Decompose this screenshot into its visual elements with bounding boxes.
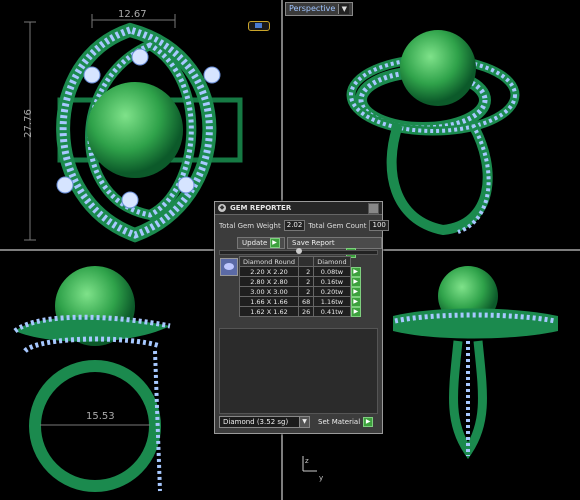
gem-weight: 0.08tw	[313, 266, 351, 277]
total-count-label: Total Gem Count	[308, 221, 367, 230]
play-icon[interactable]: ▶	[350, 276, 361, 287]
table-row[interactable]: 3.00 X 3.00 2 0.20tw ▶	[239, 286, 362, 297]
perspective-label: Perspective	[289, 4, 336, 13]
totals-row: Total Gem Weight 2.02 Total Gem Count 10…	[219, 220, 389, 231]
material-select[interactable]: Diamond (3.52 sg) ▼	[219, 416, 310, 428]
gem-count: 2	[297, 286, 315, 297]
material-select-value: Diamond (3.52 sg)	[223, 418, 289, 426]
gem-reporter-panel: ◆ GEM REPORTER Total Gem Weight 2.02 Tot…	[214, 201, 389, 434]
gem-size: 2.20 X 2.20	[239, 266, 299, 277]
set-material-button[interactable]: ▶	[363, 417, 374, 427]
chevron-down-icon[interactable]: ▼	[299, 417, 309, 427]
total-weight-label: Total Gem Weight	[219, 221, 281, 230]
gem-size: 2.80 X 2.80	[239, 276, 299, 287]
material-row: Diamond (3.52 sg) ▼ Set Material ▶	[219, 416, 378, 428]
set-material-label: Set Material	[318, 418, 361, 426]
close-icon[interactable]	[368, 202, 379, 214]
gem-size: 1.66 X 1.66	[239, 296, 299, 307]
play-icon[interactable]: ▶	[350, 296, 361, 307]
save-report-button[interactable]: Save Report ▶	[287, 237, 382, 258]
gem-count: 2	[297, 266, 315, 277]
gem-thumbnail-icon[interactable]	[220, 258, 238, 276]
gem-size: 3.00 X 3.00	[239, 286, 299, 297]
update-button[interactable]: Update ▶	[237, 237, 285, 249]
play-icon[interactable]: ▶	[350, 306, 361, 317]
play-icon[interactable]: ▶	[350, 266, 361, 277]
gem-size: 1.62 X 1.62	[239, 306, 299, 317]
play-icon[interactable]: ▶	[269, 238, 280, 248]
axis-y-label: y	[319, 474, 324, 482]
table-row[interactable]: 2.20 X 2.20 2 0.08tw ▶	[239, 266, 362, 277]
gem-count: 2	[297, 276, 315, 287]
gem-weight: 0.20tw	[313, 286, 351, 297]
front-width-dimension: 15.53	[86, 411, 115, 422]
gem-reporter-titlebar[interactable]: ◆ GEM REPORTER	[215, 202, 382, 215]
row-select-button[interactable]: ▶	[350, 266, 362, 277]
gem-count: 26	[297, 306, 315, 317]
gem-table: Diamond Round Diamond 2.20 X 2.20 2 0.08…	[239, 256, 362, 317]
chevron-down-icon[interactable]: ▼	[338, 4, 350, 14]
gem-weight: 1.16tw	[313, 296, 351, 307]
header-diamond-round: Diamond Round	[239, 256, 299, 267]
gem-reporter-title: GEM REPORTER	[230, 204, 292, 212]
gem-list-area[interactable]	[219, 328, 378, 414]
top-height-dimension: 27.76	[22, 109, 34, 138]
table-row[interactable]: 1.62 X 1.62 26 0.41tw ▶	[239, 306, 362, 317]
row-select-button[interactable]: ▶	[350, 296, 362, 307]
row-select-button[interactable]: ▶	[350, 306, 362, 317]
table-row[interactable]: 1.66 X 1.66 68 1.16tw ▶	[239, 296, 362, 307]
table-row[interactable]: 2.80 X 2.80 2 0.16tw ▶	[239, 276, 362, 287]
gem-icon: ◆	[218, 204, 226, 212]
total-count-value: 100	[369, 220, 389, 231]
gem-count: 68	[297, 296, 315, 307]
save-report-label: Save Report	[292, 239, 335, 247]
gem-weight: 0.16tw	[313, 276, 351, 287]
play-icon[interactable]: ▶	[350, 286, 361, 297]
header-spacer	[350, 257, 361, 267]
top-width-dimension: 12.67	[118, 9, 147, 20]
axis-z-label: z	[305, 457, 309, 465]
panel-splitter[interactable]	[219, 248, 378, 255]
gem-weight: 0.41tw	[313, 306, 351, 317]
update-label: Update	[242, 239, 268, 247]
splitter-knob[interactable]	[296, 248, 302, 254]
row-select-button[interactable]: ▶	[350, 276, 362, 287]
header-count	[297, 256, 315, 267]
total-weight-value: 2.02	[283, 220, 306, 231]
view-cube-icon[interactable]	[248, 21, 270, 31]
perspective-dropdown[interactable]: Perspective ▼	[285, 2, 354, 16]
header-diamond: Diamond	[313, 256, 351, 267]
row-select-button[interactable]: ▶	[350, 286, 362, 297]
